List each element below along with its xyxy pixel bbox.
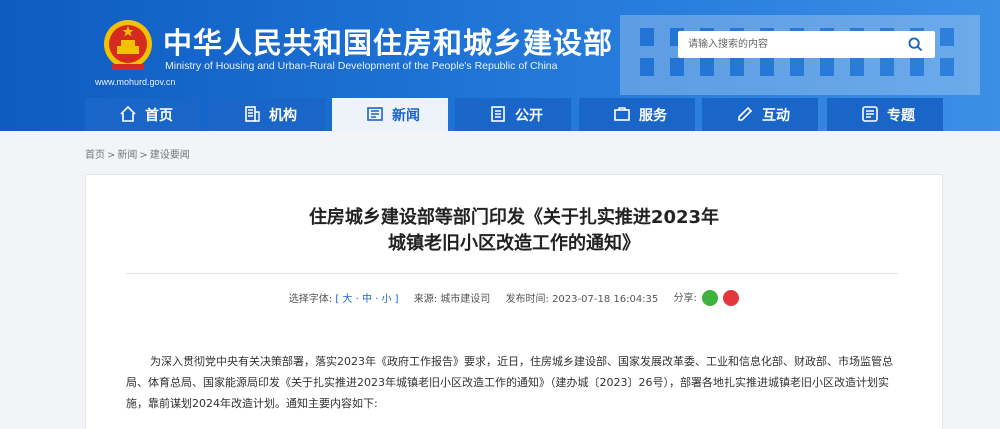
breadcrumb: 首页 > 新闻 > 建设要闻 <box>85 150 190 161</box>
publish-time-value: 2023-07-18 16:04:35 <box>552 294 659 305</box>
article-title: 住房城乡建设部等部门印发《关于扎实推进2023年 城镇老旧小区改造工作的通知》 <box>86 205 942 257</box>
breadcrumb-link-home[interactable]: 首页 <box>85 150 105 161</box>
building-icon <box>245 106 260 122</box>
nav-item-public[interactable]: 公开 <box>455 98 571 131</box>
nav-item-label: 服务 <box>639 108 667 124</box>
publish-time: 发布时间: 2023-07-18 16:04:35 <box>506 290 659 305</box>
site-url: www.mohurd.gov.cn <box>95 77 176 87</box>
article-title-line1: 住房城乡建设部等部门印发《关于扎实推进2023年 <box>308 207 720 228</box>
nav-item-label: 首页 <box>145 108 173 124</box>
weibo-share-icon[interactable] <box>723 290 740 306</box>
service-icon <box>614 107 630 121</box>
nav-item-label: 专题 <box>887 108 915 124</box>
search-box <box>678 31 935 58</box>
font-size-options[interactable]: [ 大 · 中 · 小 ] <box>335 294 398 305</box>
share-label: 分享: <box>673 293 697 304</box>
nav-item-label: 公开 <box>515 108 543 124</box>
title-divider <box>126 273 898 274</box>
search-input[interactable] <box>688 35 898 54</box>
font-size-selector: 选择字体: [ 大 · 中 · 小 ] <box>289 290 399 305</box>
main-nav: 首页 机构 新闻 公开 服务 互动 专题 <box>85 98 943 131</box>
nav-item-topics[interactable]: 专题 <box>827 98 943 131</box>
font-size-label: 选择字体: <box>288 294 333 305</box>
nav-item-interaction[interactable]: 互动 <box>702 98 818 131</box>
nav-item-services[interactable]: 服务 <box>579 98 695 131</box>
nav-item-organization[interactable]: 机构 <box>209 98 325 131</box>
interaction-icon <box>738 106 753 121</box>
wechat-share-icon[interactable] <box>702 290 719 306</box>
site-subtitle-english: Ministry of Housing and Urban-Rural Deve… <box>165 60 558 72</box>
nav-item-label: 机构 <box>269 108 297 124</box>
breadcrumb-link-construction-news[interactable]: 建设要闻 <box>150 150 190 161</box>
source-value: 城市建设司 <box>440 294 491 305</box>
article-title-line2: 城镇老旧小区改造工作的通知》 <box>388 233 640 254</box>
search-icon[interactable] <box>908 37 923 52</box>
nav-item-home[interactable]: 首页 <box>85 98 201 131</box>
nav-item-news[interactable]: 新闻 <box>332 98 448 131</box>
article-card: 住房城乡建设部等部门印发《关于扎实推进2023年 城镇老旧小区改造工作的通知》 … <box>85 174 943 429</box>
article-body: 为深入贯彻党中央有关决策部署，落实2023年《政府工作报告》要求，近日，住房城乡… <box>126 355 893 410</box>
source-info: 来源: 城市建设司 <box>414 290 491 305</box>
nav-item-label: 新闻 <box>392 108 420 124</box>
newspaper-icon <box>367 107 383 121</box>
nav-item-label: 互动 <box>762 108 790 124</box>
breadcrumb-link-news[interactable]: 新闻 <box>117 150 137 161</box>
publish-time-label: 发布时间: <box>505 294 549 305</box>
source-label: 来源: <box>413 294 438 305</box>
national-emblem-icon <box>104 20 152 70</box>
document-icon <box>491 106 505 122</box>
topic-icon <box>862 106 878 122</box>
share-section: 分享: <box>673 289 740 306</box>
site-title: 中华人民共和国住房和城乡建设部 <box>163 26 614 60</box>
article-meta: 选择字体: [ 大 · 中 · 小 ] 来源: 城市建设司 发布时间: 2023… <box>86 289 942 306</box>
home-icon <box>120 105 136 122</box>
